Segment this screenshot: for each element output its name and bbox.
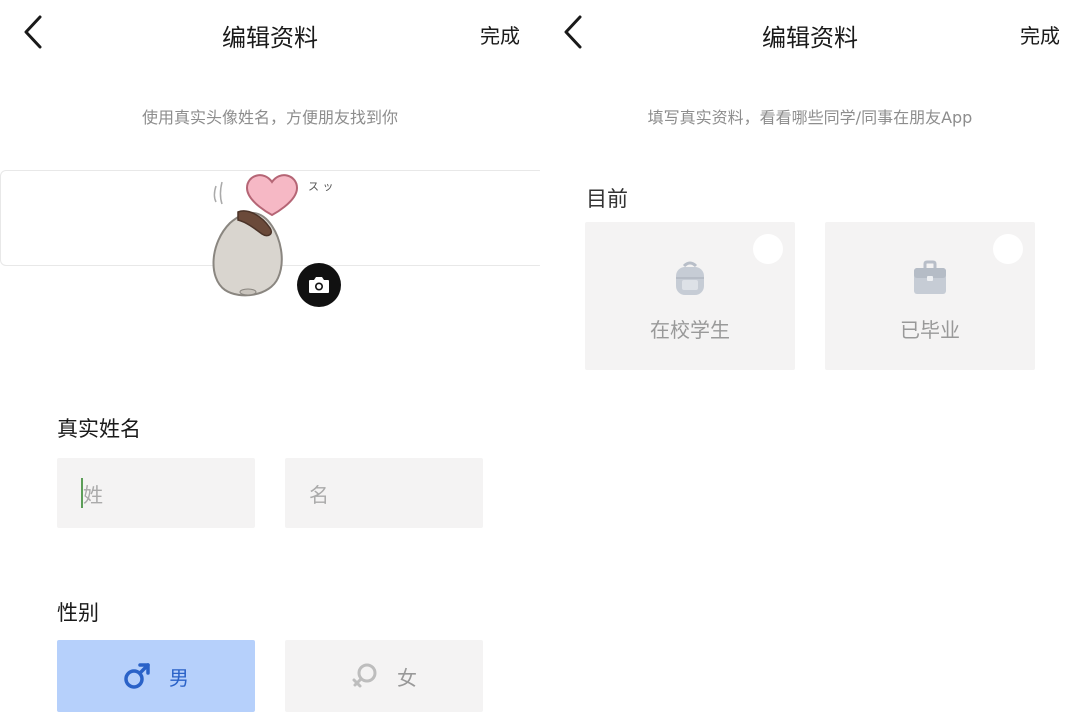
avatar-caption: ス ッ xyxy=(308,180,334,193)
status-option-graduated[interactable]: 已毕业 xyxy=(825,222,1035,370)
edit-profile-screen-right: 编辑资料 完成 填写真实资料，看看哪些同学/同事在朋友App 目前 在校学生 已… xyxy=(540,0,1080,712)
real-name-label: 真实姓名 xyxy=(57,417,141,441)
hint-text: 填写真实资料，看看哪些同学/同事在朋友App xyxy=(647,108,973,127)
gender-male-label: 男 xyxy=(169,665,189,690)
chevron-left-icon xyxy=(24,15,42,49)
female-symbol-icon xyxy=(351,662,379,690)
page-title: 编辑资料 xyxy=(762,24,858,52)
gender-male-button[interactable]: 男 xyxy=(57,640,255,712)
surname-input[interactable]: 姓 xyxy=(57,458,255,528)
hint-text: 使用真实头像姓名，方便朋友找到你 xyxy=(141,108,398,127)
text-caret xyxy=(81,478,83,508)
status-option-student[interactable]: 在校学生 xyxy=(585,222,795,370)
edit-profile-screen-left: 编辑资料 完成 使用真实头像姓名，方便朋友找到你 ス ッ 真实姓名 姓 名 性别… xyxy=(0,0,540,712)
camera-icon xyxy=(309,277,329,293)
navbar: 编辑资料 完成 xyxy=(540,0,1080,66)
done-button[interactable]: 完成 xyxy=(1020,20,1060,49)
screens: 编辑资料 完成 使用真实头像姓名，方便朋友找到你 ス ッ 真实姓名 姓 名 性别… xyxy=(0,0,1080,712)
done-button[interactable]: 完成 xyxy=(480,20,520,49)
back-button[interactable] xyxy=(558,12,594,52)
gender-label: 性别 xyxy=(57,601,99,625)
change-avatar-button[interactable] xyxy=(297,263,341,307)
chevron-left-icon xyxy=(564,15,582,49)
status-option-label: 已毕业 xyxy=(900,318,960,342)
gender-female-label: 女 xyxy=(397,665,417,690)
back-button[interactable] xyxy=(18,12,54,52)
given-name-input[interactable]: 名 xyxy=(285,458,483,528)
briefcase-icon xyxy=(914,260,946,294)
backpack-icon xyxy=(676,261,704,295)
given-name-placeholder: 名 xyxy=(309,482,329,507)
status-option-label: 在校学生 xyxy=(650,318,730,342)
surname-placeholder: 姓 xyxy=(83,482,103,507)
gender-female-button[interactable]: 女 xyxy=(285,640,483,712)
page-title: 编辑资料 xyxy=(222,24,318,52)
male-symbol-icon xyxy=(123,662,151,690)
current-status-label: 目前 xyxy=(586,187,628,211)
navbar: 编辑资料 完成 xyxy=(0,0,540,66)
